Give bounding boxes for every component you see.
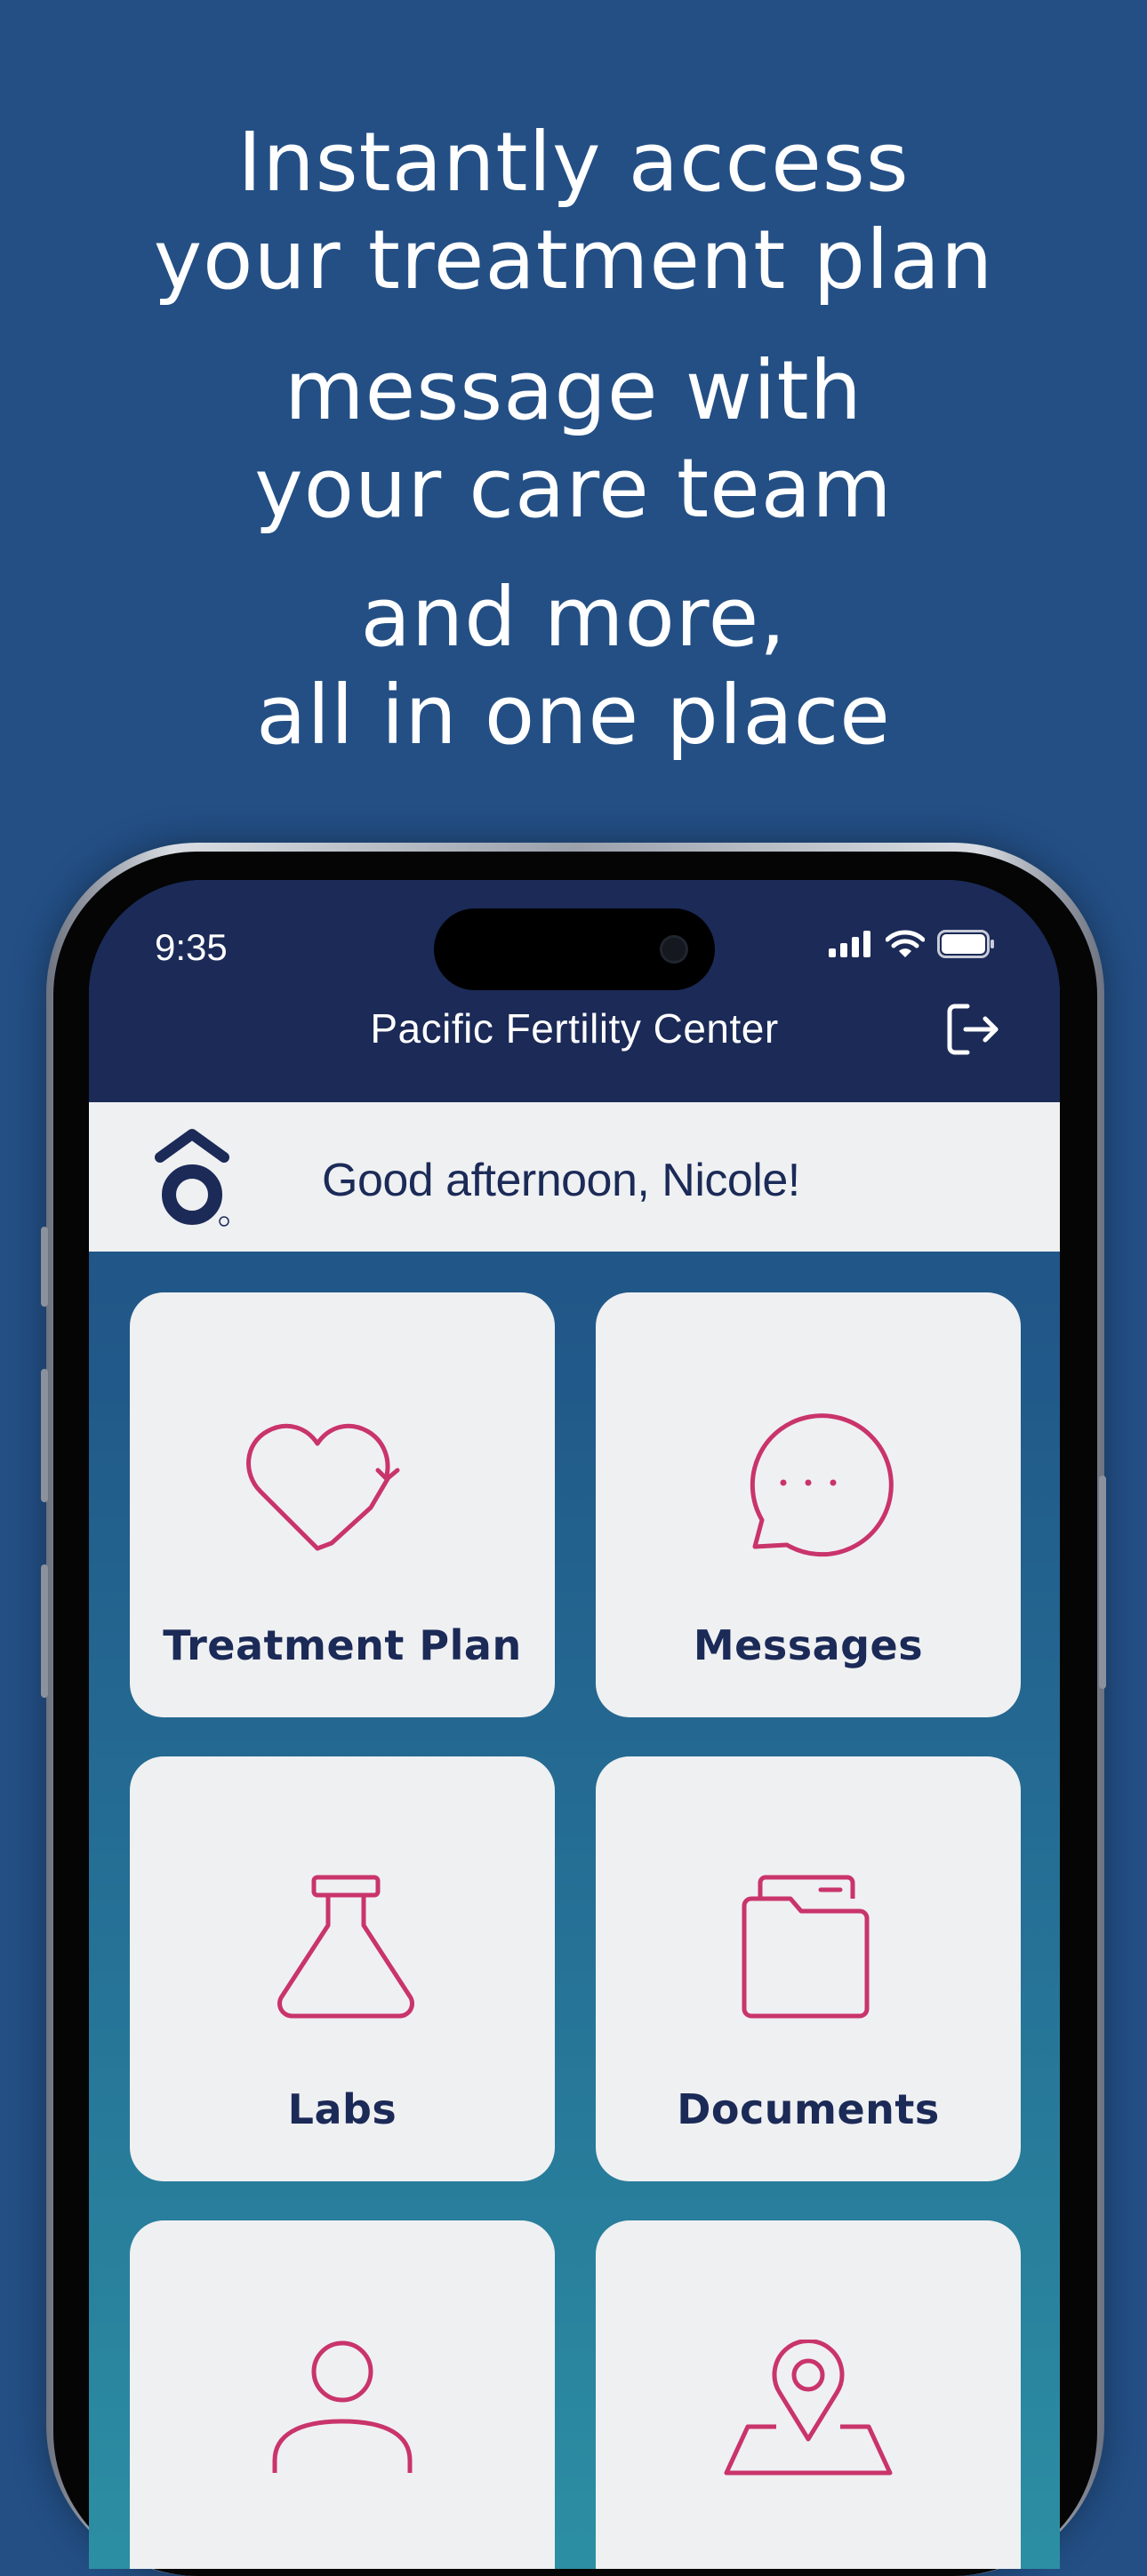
promo-headline-3: and more, all in one place (0, 569, 1147, 764)
promo-headline-1: Instantly access your treatment plan (0, 114, 1147, 309)
person-icon (272, 2340, 413, 2473)
tile-profile[interactable] (130, 2220, 555, 2569)
tile-documents[interactable]: Documents (596, 1756, 1021, 2181)
heart-arrow-icon (246, 1423, 400, 1551)
folder-icon (742, 1875, 870, 2019)
greeting-text: Good afternoon, Nicole! (322, 1155, 800, 1206)
promo-headline-3-line-2: all in one place (256, 668, 891, 763)
greeting-bar: Good afternoon, Nicole! (89, 1102, 1060, 1252)
dynamic-island (434, 908, 715, 990)
tile-locations[interactable] (596, 2220, 1021, 2569)
promo-headline-2: message with your care team (0, 342, 1147, 538)
tile-treatment-plan-label: Treatment Plan (163, 1621, 522, 1669)
tile-treatment-plan[interactable]: Treatment Plan (130, 1292, 555, 1717)
logout-button[interactable] (944, 1001, 1001, 1058)
phone-side-button-volume-down (41, 1564, 48, 1698)
promo-headline-1-line-1: Instantly access (237, 115, 910, 210)
cellular-signal-icon (829, 931, 870, 957)
promo-headline-3-line-1: and more, (360, 570, 787, 665)
camera-icon (660, 935, 688, 964)
status-icons (829, 930, 996, 958)
phone-side-button-volume-up (41, 1369, 48, 1502)
tile-labs[interactable]: Labs (130, 1756, 555, 2181)
app-header: 9:35 Pacific Fertility Center (89, 880, 1060, 1102)
promo-headline-2-line-2: your care team (254, 441, 893, 536)
battery-icon (937, 930, 994, 958)
tile-documents-label: Documents (677, 2085, 940, 2133)
tile-labs-label: Labs (287, 2085, 397, 2133)
flask-icon (277, 1875, 414, 2019)
phone-side-button-power (1099, 1476, 1106, 1689)
status-time: 9:35 (155, 926, 228, 968)
phone-screen: 9:35 Pacific Fertility Center Good after… (89, 880, 1060, 2569)
app-title: Pacific Fertility Center (370, 1005, 779, 1052)
tile-messages[interactable]: Messages (596, 1292, 1021, 1717)
chat-bubble-icon (750, 1413, 894, 1557)
promo-headline-2-line-1: message with (285, 343, 862, 438)
logout-icon (947, 1004, 999, 1055)
tile-messages-label: Messages (693, 1621, 924, 1669)
promo-headline-1-line-2: your treatment plan (153, 212, 994, 308)
location-map-icon (724, 2340, 893, 2476)
wifi-icon (886, 930, 925, 957)
phone-side-button-mute (41, 1227, 48, 1307)
brand-logo-icon (155, 1129, 229, 1227)
